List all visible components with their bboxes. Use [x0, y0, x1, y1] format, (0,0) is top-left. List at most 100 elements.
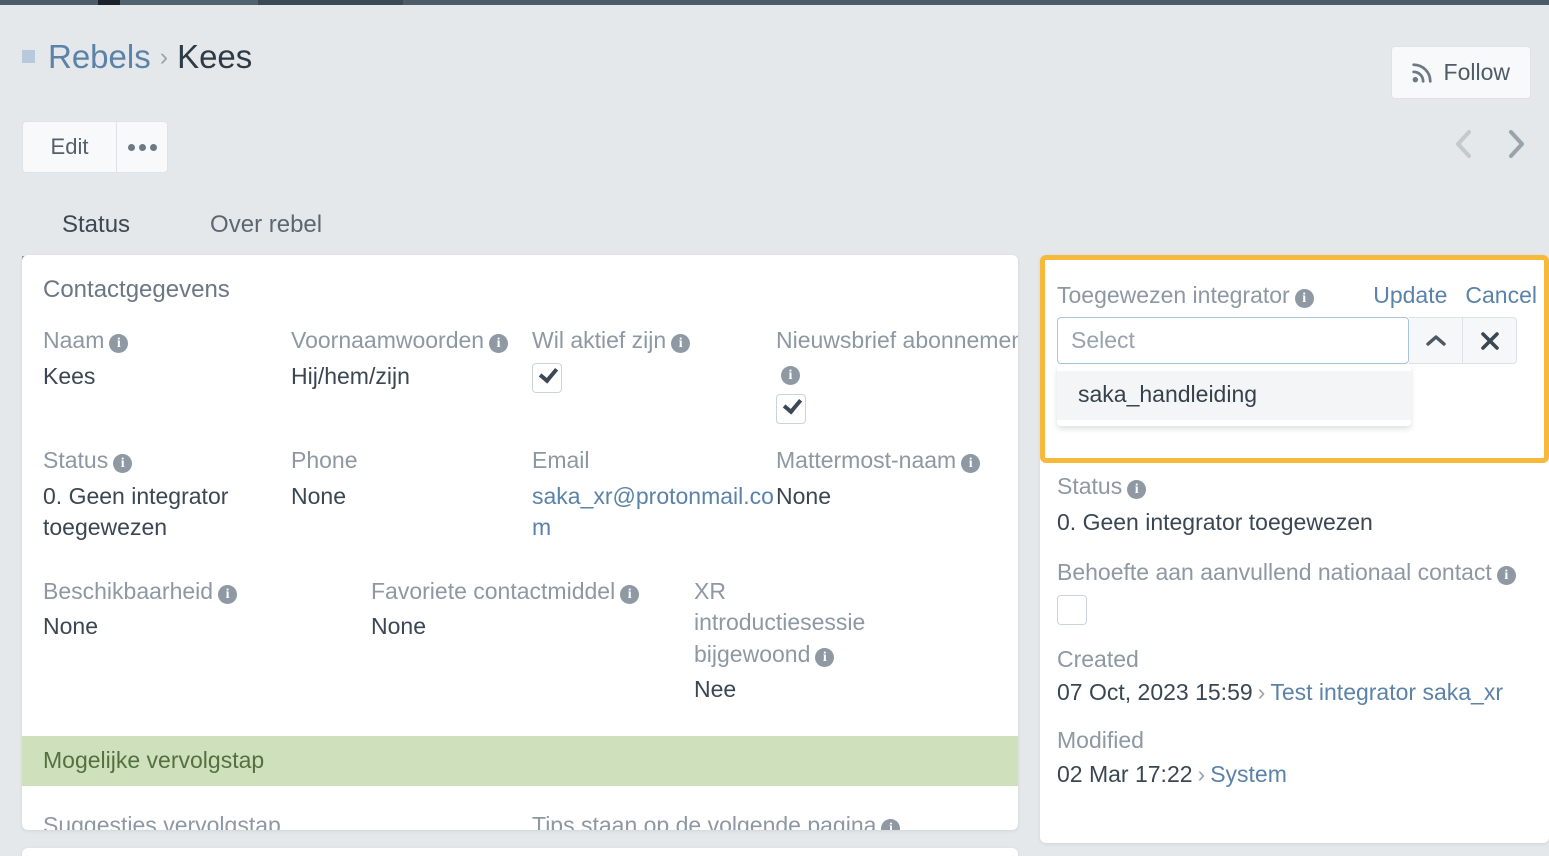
meta-separator-icon: › [1197, 760, 1206, 787]
checkbox-wil-aktief-zijn[interactable] [532, 362, 562, 393]
created-timestamp: 07 Oct, 2023 15:59 [1057, 679, 1253, 705]
breadcrumb: Rebels › Kees [22, 40, 252, 73]
modified-by-link[interactable]: System [1210, 761, 1287, 787]
field-label: Status [1057, 473, 1123, 499]
info-icon[interactable]: i [620, 584, 640, 604]
ellipsis-dot-icon [149, 143, 157, 151]
cancel-link[interactable]: Cancel [1465, 282, 1537, 309]
info-icon[interactable]: i [815, 647, 835, 667]
assign-integrator-header: Toegewezen integrator i Update Cancel [1057, 282, 1537, 309]
field-status-sidebar: Status i 0. Geen integrator toegewezen [1057, 471, 1535, 538]
page-container: Rebels › Kees Follow Edit Status Over re… [0, 5, 1549, 856]
field-mattermost-naam: Mattermost-naam i None [776, 445, 1018, 554]
previous-record-chevron-icon[interactable] [1451, 127, 1477, 161]
field-value: Kees [43, 362, 96, 389]
chevron-up-icon[interactable] [1409, 317, 1463, 364]
field-behoefte-nationaal-contact: Behoefte aan aanvullend nationaal contac… [1057, 557, 1535, 625]
field-status: Status i 0. Geen integrator toegewezen [43, 445, 291, 554]
meta-separator-icon: › [1257, 679, 1266, 705]
info-icon[interactable]: i [1294, 289, 1314, 308]
field-label: Modified [1057, 727, 1144, 753]
page-title: Kees [177, 38, 253, 75]
field-label: Created [1057, 645, 1139, 672]
field-label: Tips staan op de volgende pagina [532, 811, 877, 831]
info-icon[interactable]: i [109, 334, 129, 353]
field-label: Nieuwsbrief abonnement [776, 327, 1018, 353]
tab-over-rebel[interactable]: Over rebel [170, 203, 362, 260]
email-link[interactable]: saka_xr@protonmail.com [532, 477, 776, 544]
field-nieuwsbrief-abonnement: Nieuwsbrief abonnement i [776, 325, 1018, 434]
ellipsis-dot-icon [127, 143, 135, 151]
tab-bar: Status Over rebel [22, 203, 362, 260]
ellipsis-dot-icon [138, 143, 146, 151]
field-value: 0. Geen integrator toegewezen [43, 482, 229, 541]
field-label: Naam [43, 327, 105, 353]
field-modified: Modified 02 Mar 17:22 › System [1057, 725, 1535, 788]
field-label: Beschikbaarheid [43, 577, 214, 604]
field-created: Created 07 Oct, 2023 15:59 › Test integrat… [1057, 644, 1535, 707]
integrator-select-control [1057, 317, 1517, 364]
update-link[interactable]: Update [1373, 282, 1447, 309]
breadcrumb-parent-link[interactable]: Rebels [48, 40, 151, 73]
contact-details-card: Contactgegevens Naam i Kees Voornaamwoord… [22, 255, 1018, 830]
field-label: Behoefte aan aanvullend nationaal contac… [1057, 559, 1492, 585]
field-label: Status [43, 447, 109, 473]
info-icon[interactable]: i [218, 584, 238, 604]
more-actions-button[interactable] [116, 121, 168, 173]
field-row: Suggesties vervolgstap Wijs een integrat… [22, 786, 1018, 831]
field-email: Email saka_xr@protonmail.com [532, 445, 776, 554]
field-value: Hij/hem/zijn [291, 362, 410, 389]
field-label: XR introductiesessie bijgewoond [694, 577, 866, 667]
next-card-peek [22, 848, 1018, 856]
field-value: None [776, 482, 831, 509]
field-beschikbaarheid: Beschikbaarheid i None [43, 576, 371, 716]
dropdown-option[interactable]: saka_handleiding [1057, 371, 1411, 420]
field-tips-volgende-pagina: Tips staan op de volgende paginai None [532, 810, 1012, 831]
integrator-select-input[interactable] [1057, 317, 1409, 364]
info-icon[interactable]: i [961, 454, 981, 473]
assign-integrator-actions: Update Cancel [1373, 282, 1537, 309]
follow-button-label: Follow [1443, 59, 1510, 85]
field-value: None [43, 613, 98, 639]
field-value: None [291, 482, 346, 509]
checkbox-nieuwsbrief-abonnement[interactable] [776, 394, 806, 424]
field-label: Phone [291, 447, 358, 473]
field-label: Suggesties vervolgstap [43, 811, 281, 831]
integrator-select-dropdown: saka_handleiding [1057, 365, 1411, 426]
created-by-link[interactable]: Test integrator saka_xr [1270, 679, 1503, 705]
modified-timestamp: 02 Mar 17:22 [1057, 760, 1193, 787]
edit-button[interactable]: Edit [22, 121, 116, 173]
breadcrumb-separator-icon: › [159, 43, 169, 71]
field-row: Naam i Kees Voornaamwoorden i Hij/hem/zijn… [22, 304, 1018, 434]
field-wil-aktief-zijn: Wil aktief zijn i [532, 325, 776, 434]
next-record-chevron-icon[interactable] [1503, 127, 1529, 161]
checkbox-behoefte-nationaal-contact[interactable] [1057, 594, 1087, 625]
field-label: Mattermost-naam [776, 447, 957, 473]
field-favoriete-contactmiddel: Favoriete contactmiddel i None [371, 576, 694, 716]
doctype-square-icon [22, 50, 35, 63]
tab-status[interactable]: Status [22, 203, 171, 260]
record-pager [1451, 127, 1529, 161]
sidebar-fields: Status i 0. Geen integrator toegewezen Be… [1057, 471, 1535, 807]
section-banner-vervolgstap: Mogelijke vervolgstap [22, 735, 1018, 786]
field-suggesties-vervolgstap: Suggesties vervolgstap Wijs een integrat… [43, 810, 532, 831]
field-label: Email [532, 447, 590, 473]
follow-button[interactable]: Follow [1390, 46, 1531, 99]
info-icon[interactable]: i [881, 818, 901, 830]
rss-feed-icon [1411, 62, 1433, 83]
info-icon[interactable]: i [489, 334, 509, 353]
info-icon[interactable]: i [1496, 566, 1516, 585]
info-icon[interactable]: i [113, 454, 133, 473]
field-phone: Phone None [291, 445, 532, 554]
info-icon[interactable]: i [671, 334, 691, 353]
field-row: Status i 0. Geen integrator toegewezen Ph… [22, 434, 1018, 554]
info-icon[interactable]: i [781, 365, 800, 385]
info-icon[interactable]: i [1127, 480, 1147, 499]
close-icon[interactable] [1463, 317, 1517, 364]
field-row: Beschikbaarheid i None Favoriete contactm… [22, 554, 1018, 736]
card-title: Contactgegevens [43, 276, 230, 303]
field-label: Favoriete contactmiddel [371, 577, 616, 604]
field-value: 0. Geen integrator toegewezen [1057, 508, 1373, 535]
field-label: Wil aktief zijn [532, 327, 667, 353]
field-voornaamwoorden: Voornaamwoorden i Hij/hem/zijn [291, 325, 532, 434]
